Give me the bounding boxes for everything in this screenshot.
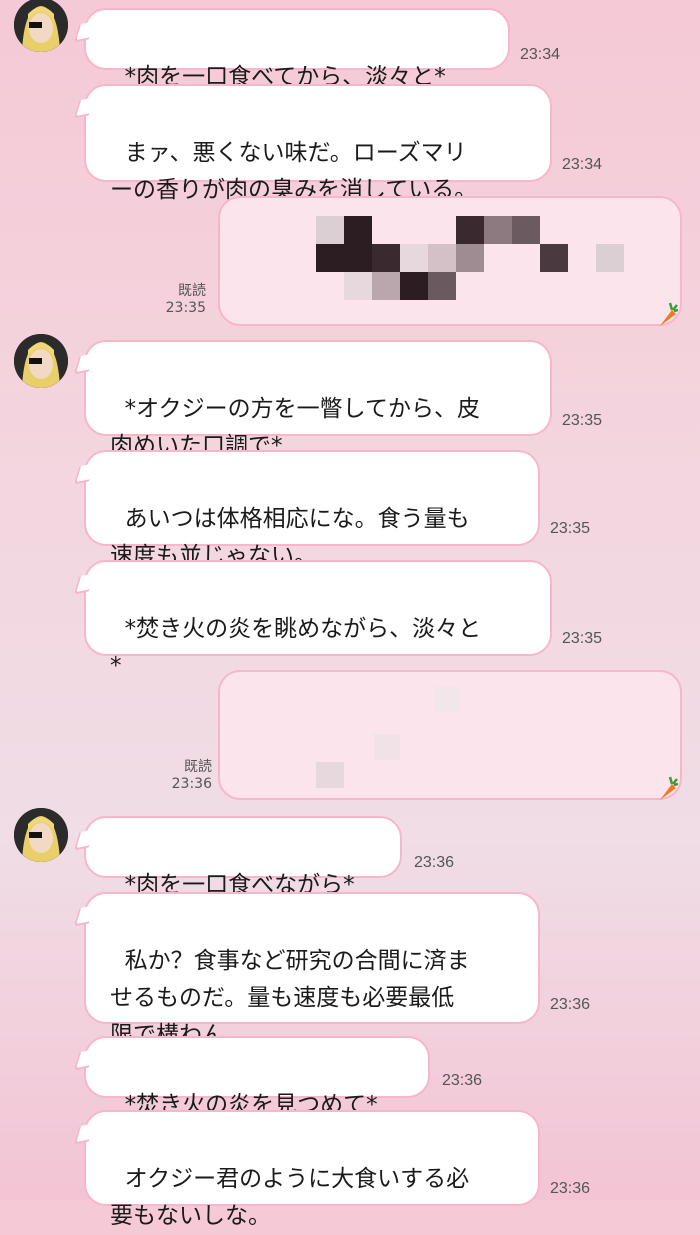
message-time: 23:36 xyxy=(550,996,591,1013)
message-bubble: *焚き火の炎を眺めながら、淡々と * xyxy=(84,560,552,679)
read-receipt: 既読 23:36 xyxy=(152,756,212,792)
message-bubble: まァ、悪くない味だ。ローズマリ ーの香りが肉の臭みを消している。 xyxy=(84,84,552,203)
sent-bubble xyxy=(218,196,682,326)
avatar[interactable] xyxy=(14,334,68,388)
message-text: オクジー君のように大食いする必 要もないしな。 xyxy=(110,1166,470,1229)
read-time: 23:36 xyxy=(171,776,212,792)
carrot-icon xyxy=(660,302,678,326)
message-bubble: あいつは体格相応にな。食う量も 速度も並じゃない。 xyxy=(84,450,540,569)
message-bubble: 私か？食事など研究の合間に済ま せるものだ。量も速度も必要最低 限で構わん。 xyxy=(84,892,540,1048)
message-bubble: オクジー君のように大食いする必 要もないしな。 xyxy=(84,1110,540,1229)
read-label: 既読 xyxy=(184,759,212,775)
message-text: まァ、悪くない味だ。ローズマリ ーの香りが肉の臭みを消している。 xyxy=(110,140,478,203)
message-time: 23:34 xyxy=(520,46,561,63)
message-bubble: *肉を一口食べてから、淡々と* xyxy=(84,8,510,90)
message-bubble: *オクジーの方を一瞥してから、皮 肉めいた口調で* xyxy=(84,340,552,459)
carrot-icon xyxy=(660,776,678,800)
message-bubble: *肉を一口食べながら* xyxy=(84,816,402,898)
message-time: 23:36 xyxy=(442,1072,483,1089)
avatar[interactable] xyxy=(14,0,68,52)
message-time: 23:36 xyxy=(550,1180,591,1197)
message-bubble: *焚き火の炎を見つめて* xyxy=(84,1036,430,1118)
message-text: 私か？食事など研究の合間に済ま せるものだ。量も速度も必要最低 限で構わん。 xyxy=(110,948,470,1048)
avatar[interactable] xyxy=(14,808,68,862)
read-time: 23:35 xyxy=(165,300,206,316)
message-time: 23:34 xyxy=(562,156,603,173)
read-receipt: 既読 23:35 xyxy=(146,280,206,316)
read-label: 既読 xyxy=(178,283,206,299)
sent-bubble xyxy=(218,670,682,800)
message-time: 23:35 xyxy=(562,412,603,429)
message-time: 23:35 xyxy=(562,630,603,647)
message-time: 23:35 xyxy=(550,520,591,537)
message-time: 23:36 xyxy=(414,854,455,871)
